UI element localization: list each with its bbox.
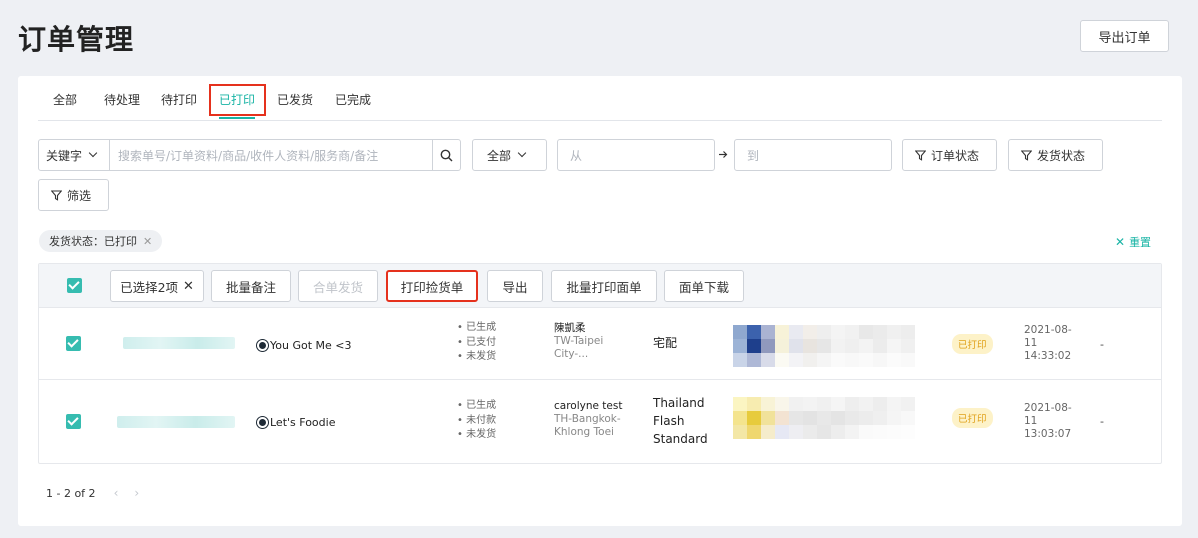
shop-name-text: Let's Foodie: [270, 416, 336, 429]
batch-print-label-button[interactable]: 批量打印面单: [551, 270, 657, 302]
shop-name-text: You Got Me <3: [270, 339, 352, 352]
tab-printed-highlight: [209, 84, 266, 116]
scope-select[interactable]: 全部: [472, 139, 547, 171]
table-row[interactable]: You Got Me <3 • 已生成 • 已支付 • 未发货 陳凱柔 TW-T…: [39, 308, 1161, 380]
orders-table: 已选择2项 ✕ 批量备注 合单发货 打印捡货单 导出 批量打印面单 面单下载 Y…: [38, 263, 1162, 464]
product-thumbnails-blurred: [733, 325, 915, 367]
tab-to-print[interactable]: 待打印: [161, 91, 197, 108]
order-time: 2021-08- 11 13:03:07: [1024, 402, 1072, 440]
close-icon[interactable]: ✕: [143, 235, 152, 248]
batch-note-button[interactable]: 批量备注: [211, 270, 291, 302]
extra-cell: -: [1100, 338, 1104, 351]
clear-selection-button[interactable]: 已选择2项 ✕: [110, 270, 204, 302]
product-thumbnails-blurred: [733, 397, 915, 439]
active-filter-chip: 发货状态：已打印 ✕: [39, 230, 163, 252]
tab-shipped[interactable]: 已发货: [277, 91, 313, 108]
keyword-select-label: 关键字: [46, 148, 83, 163]
bulk-action-bar: 已选择2项 ✕ 批量备注 合单发货 打印捡货单 导出 批量打印面单 面单下载: [39, 264, 1161, 308]
table-row[interactable]: Let's Foodie • 已生成 • 未付款 • 未发货 carolyne …: [39, 380, 1161, 464]
label-download-button[interactable]: 面单下载: [664, 270, 744, 302]
buyer-name: carolyne test: [554, 400, 623, 412]
close-icon: ✕: [1115, 235, 1126, 249]
buyer-info: carolyne test TH-Bangkok- Khlong Toei: [554, 400, 622, 439]
chevron-right-icon[interactable]: ›: [134, 486, 139, 500]
printed-badge: 已打印: [952, 334, 993, 354]
tab-completed[interactable]: 已完成: [335, 91, 371, 108]
row-checkbox[interactable]: [66, 414, 81, 429]
order-number-blurred: [117, 416, 235, 428]
order-status-list: • 已生成 • 未付款 • 未发货: [457, 399, 496, 443]
ship-status-filter-label: 发货状态: [1037, 148, 1086, 163]
status-item: • 已生成: [457, 400, 497, 411]
keyword-select[interactable]: 关键字: [38, 139, 110, 171]
buyer-address-line: TW-Taipei: [554, 335, 604, 347]
close-icon: ✕: [183, 278, 194, 294]
status-item: • 已支付: [457, 336, 497, 348]
export-orders-button[interactable]: 导出订单: [1080, 20, 1169, 52]
more-filters-button[interactable]: 筛选: [38, 179, 109, 211]
search-placeholder: 搜索单号/订单资料/商品/收件人资料/服务商/备注: [118, 148, 379, 163]
search-icon: [440, 149, 453, 161]
filter-icon: [915, 149, 926, 161]
active-filter-chip-label: 发货状态：已打印: [49, 235, 137, 248]
reset-label: 重置: [1129, 236, 1152, 249]
scope-select-label: 全部: [487, 148, 512, 163]
shop-name: Let's Foodie: [257, 416, 335, 429]
order-time: 2021-08- 11 14:33:02: [1024, 324, 1072, 362]
carrier: 宅配: [653, 336, 678, 350]
more-filters-label: 筛选: [67, 188, 92, 203]
print-picking-list-button[interactable]: 打印捡货单: [386, 270, 478, 302]
buyer-address-line: City-...: [554, 348, 589, 360]
order-status-filter-label: 订单状态: [931, 148, 980, 163]
orders-panel: 全部 待处理 待打印 已打印 已发货 已完成 关键字 搜索单号/订单资料/商品/…: [18, 76, 1182, 526]
buyer-name: 陳凱柔: [554, 322, 586, 334]
shop-avatar-icon: [257, 417, 268, 428]
tab-pending[interactable]: 待处理: [104, 91, 140, 108]
export-button[interactable]: 导出: [487, 270, 543, 302]
shop-name: You Got Me <3: [257, 339, 352, 352]
order-number-blurred: [123, 337, 235, 349]
order-status-filter-button[interactable]: 订单状态: [902, 139, 997, 171]
chevron-down-icon: [517, 148, 527, 158]
tab-all[interactable]: 全部: [53, 91, 77, 108]
status-tabs: 全部 待处理 待打印 已打印 已发货 已完成: [38, 76, 1162, 121]
search-input[interactable]: 搜索单号/订单资料/商品/收件人资料/服务商/备注: [109, 139, 433, 171]
date-from-input[interactable]: 从: [557, 139, 715, 171]
printed-badge: 已打印: [952, 408, 993, 428]
buyer-address-line: TH-Bangkok-: [554, 413, 621, 425]
status-item: • 已生成: [457, 322, 497, 333]
selected-count-label: 已选择2项: [120, 279, 179, 295]
buyer-address-line: Khlong Toei: [554, 426, 614, 438]
buyer-info: 陳凱柔 TW-Taipei City-...: [554, 322, 603, 361]
arrow-right-icon: [719, 151, 728, 158]
status-item: • 未发货: [457, 429, 497, 440]
pagination-range: 1 - 2 of 2: [46, 486, 96, 500]
chevron-down-icon: [88, 148, 98, 158]
merge-ship-button[interactable]: 合单发货: [298, 270, 378, 302]
reset-filters-link[interactable]: ✕ 重置: [1115, 234, 1151, 250]
status-item: • 未付款: [457, 414, 497, 426]
filter-icon: [51, 189, 62, 201]
date-to-input[interactable]: 到: [734, 139, 892, 171]
ship-status-filter-button[interactable]: 发货状态: [1008, 139, 1103, 171]
carrier: Thailand Flash Standard: [653, 396, 708, 446]
order-status-list: • 已生成 • 已支付 • 未发货: [457, 321, 496, 365]
extra-cell: -: [1100, 415, 1104, 428]
pagination: 1 - 2 of 2 ‹ ›: [46, 486, 139, 500]
page-title: 订单管理: [18, 23, 135, 56]
row-checkbox[interactable]: [66, 336, 81, 351]
chevron-left-icon[interactable]: ‹: [114, 486, 119, 500]
search-button[interactable]: [432, 139, 461, 171]
date-from-placeholder: 从: [570, 148, 583, 163]
filter-icon: [1021, 149, 1032, 161]
shop-avatar-icon: [257, 340, 268, 351]
date-to-placeholder: 到: [747, 148, 760, 163]
select-all-checkbox[interactable]: [67, 278, 82, 293]
status-item: • 未发货: [457, 351, 497, 362]
